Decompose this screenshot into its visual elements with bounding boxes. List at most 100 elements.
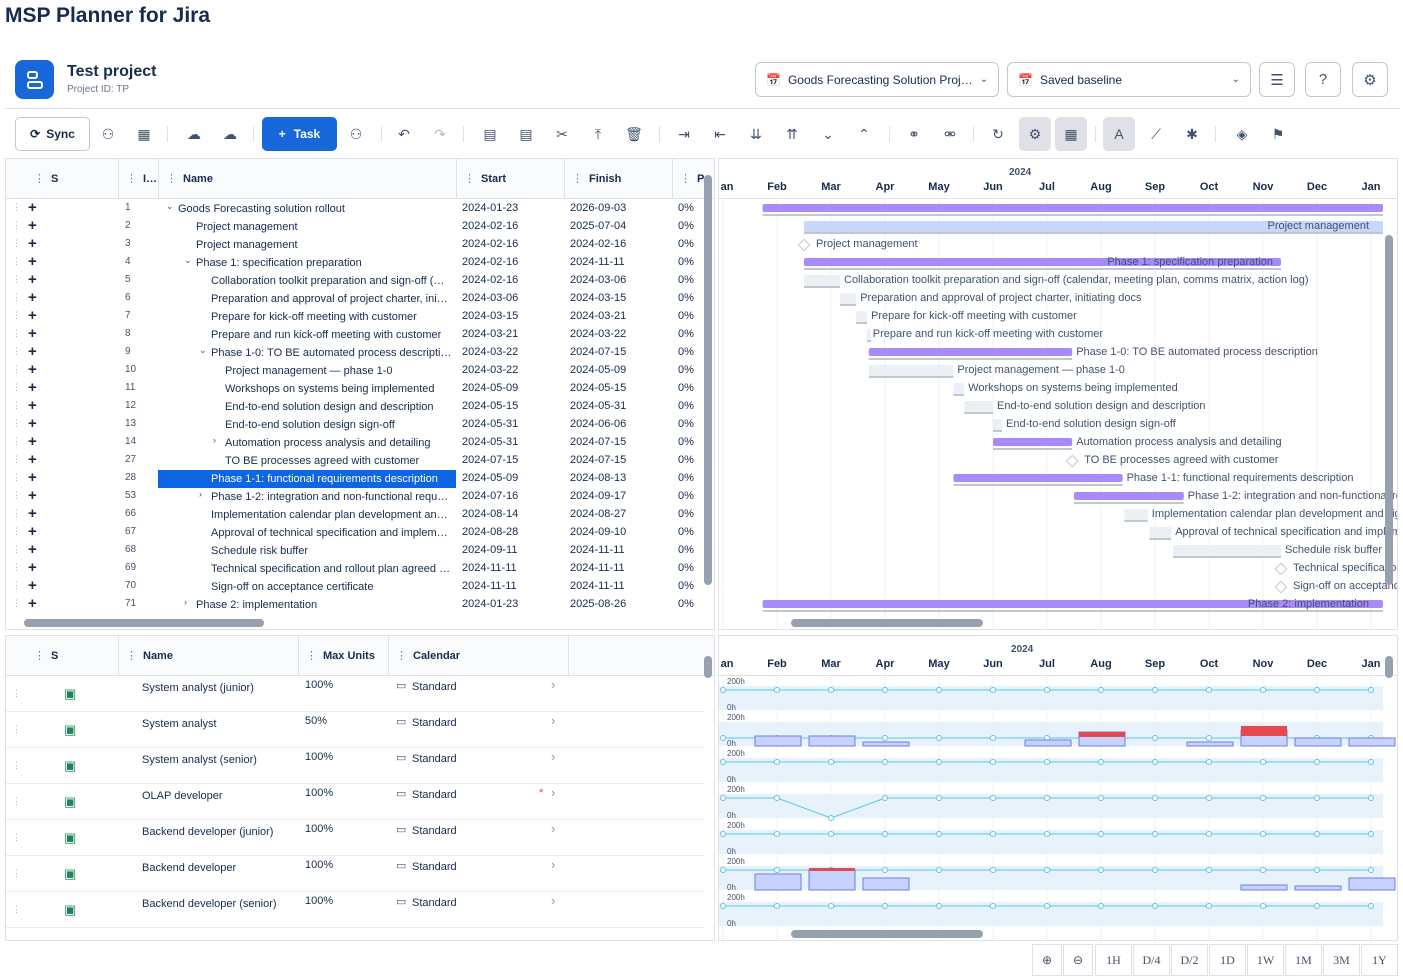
baseline-icon[interactable]: A xyxy=(1103,117,1135,151)
task-finish[interactable]: 2024-09-17 xyxy=(570,490,626,502)
resource-units[interactable]: 100% xyxy=(305,859,333,871)
drag-handle-icon[interactable]: ⋮ xyxy=(12,544,21,555)
task-percent[interactable]: 0% xyxy=(678,238,694,250)
add-subtask-icon[interactable]: + xyxy=(28,505,37,522)
task-finish[interactable]: 2024-05-09 xyxy=(570,364,626,376)
task-name[interactable]: Sign-off on acceptance certificate xyxy=(211,581,373,593)
resource-calendar[interactable]: Standard xyxy=(412,753,457,765)
flag-icon[interactable]: ⚑ xyxy=(1265,117,1291,151)
drag-handle-icon[interactable]: ⋮ xyxy=(12,490,21,501)
task-start[interactable]: 2024-07-16 xyxy=(462,490,518,502)
task-row[interactable]: ⋮ +10 Project management — phase 1-0 2024-0… xyxy=(6,361,704,380)
resource-calendar[interactable]: Standard xyxy=(412,897,457,909)
task-name[interactable]: Phase 1: specification preparation xyxy=(196,257,362,269)
redo-icon[interactable]: ↷ xyxy=(427,117,453,151)
sync-button[interactable]: ⟳ Sync xyxy=(15,117,90,151)
task-finish[interactable]: 2024-11-11 xyxy=(570,580,625,592)
task-start[interactable]: 2024-08-14 xyxy=(462,508,518,520)
task-name[interactable]: Prepare and run kick-off meeting with cu… xyxy=(211,329,441,341)
task-percent[interactable]: 0% xyxy=(678,310,694,322)
task-row[interactable]: ⋮ +28 › Phase 1-1: functional requirements … xyxy=(6,469,704,488)
task-start[interactable]: 2024-03-06 xyxy=(462,292,518,304)
project-select[interactable]: 📅 Goods Forecasting Solution Proj… ⌄ xyxy=(755,62,999,97)
delete-icon[interactable]: 🗑 xyxy=(621,117,647,151)
task-name[interactable]: Preparation and approval of project char… xyxy=(211,293,448,305)
task-start[interactable]: 2024-01-23 xyxy=(462,598,518,610)
task-start[interactable]: 2024-05-31 xyxy=(462,436,518,448)
list-view-button[interactable]: ☰ xyxy=(1259,62,1295,97)
resource-units[interactable]: 100% xyxy=(305,679,333,691)
add-subtask-icon[interactable]: + xyxy=(28,451,37,468)
task-start[interactable]: 2024-05-31 xyxy=(462,418,518,430)
histogram-vertical-scrollbar[interactable] xyxy=(1385,656,1393,678)
chevron-right-icon[interactable]: › xyxy=(551,821,555,836)
task-finish[interactable]: 2024-07-15 xyxy=(570,436,626,448)
drag-handle-icon[interactable]: ⋮ xyxy=(12,436,21,447)
expand-toggle-icon[interactable]: › xyxy=(199,489,202,499)
task-percent[interactable]: 0% xyxy=(678,598,694,610)
task-start[interactable]: 2024-03-15 xyxy=(462,310,518,322)
task-row[interactable]: ⋮ +70 Sign-off on acceptance certificate 20… xyxy=(6,577,704,596)
chevron-right-icon[interactable]: › xyxy=(551,677,555,692)
task-finish[interactable]: 2024-09-10 xyxy=(570,526,626,538)
copy-icon[interactable]: ▤ xyxy=(513,117,539,151)
add-subtask-icon[interactable]: + xyxy=(28,541,37,558)
drag-handle-icon[interactable]: ⋮ xyxy=(12,274,21,285)
resource-units[interactable]: 100% xyxy=(305,823,333,835)
task-name[interactable]: TO BE processes agreed with customer xyxy=(225,455,419,467)
resource-row[interactable]: ⋮ ▣ System analyst (senior) 100% ▭ Standard › xyxy=(6,748,704,784)
download-cloud-icon[interactable]: ☁ xyxy=(217,117,243,151)
task-name[interactable]: Automation process analysis and detailin… xyxy=(225,437,430,449)
task-start[interactable]: 2024-07-15 xyxy=(462,454,518,466)
drag-handle-icon[interactable]: ⋮ xyxy=(12,724,21,735)
resource-row[interactable]: ⋮ ▣ OLAP developer 100% ▭ Standard * › xyxy=(6,784,704,820)
task-start[interactable]: 2024-03-22 xyxy=(462,364,518,376)
add-subtask-icon[interactable]: + xyxy=(28,595,37,612)
drag-handle-icon[interactable]: ⋮ xyxy=(12,526,21,537)
task-finish[interactable]: 2024-03-22 xyxy=(570,328,626,340)
collapse-all-icon[interactable]: ⇈ xyxy=(779,117,805,151)
resource-units[interactable]: 100% xyxy=(305,787,333,799)
add-subtask-icon[interactable]: + xyxy=(28,559,37,576)
task-percent[interactable]: 0% xyxy=(678,454,694,466)
resource-vertical-scrollbar[interactable] xyxy=(704,656,712,678)
task-row[interactable]: ⋮ +12 End-to-end solution design and descr… xyxy=(6,397,704,416)
calculator-icon[interactable]: ▦ xyxy=(1055,117,1087,151)
task-start[interactable]: 2024-11-11 xyxy=(462,580,517,592)
add-subtask-icon[interactable]: + xyxy=(28,307,37,324)
expand-toggle-icon[interactable]: › xyxy=(213,435,216,445)
task-percent[interactable]: 0% xyxy=(678,562,694,574)
task-finish[interactable]: 2024-02-16 xyxy=(570,238,626,250)
resource-name[interactable]: Backend developer (senior) xyxy=(142,898,277,910)
task-start[interactable]: 2024-03-22 xyxy=(462,346,518,358)
task-name[interactable]: End-to-end solution design and descripti… xyxy=(225,401,434,413)
task-start[interactable]: 2024-02-16 xyxy=(462,238,518,250)
undo-icon[interactable]: ↶ xyxy=(391,117,417,151)
zoom-1m-button[interactable]: 1M xyxy=(1285,944,1322,976)
drag-handle-icon[interactable]: ⋮ xyxy=(12,598,21,609)
task-name[interactable]: Goods Forecasting solution rollout xyxy=(178,203,345,215)
add-subtask-icon[interactable]: + xyxy=(28,379,37,396)
resource-row[interactable]: ⋮ ▣ Backend developer (junior) 100% ▭ Standar… xyxy=(6,820,704,856)
chevron-down-icon[interactable]: ⌄ xyxy=(815,117,841,151)
paste-icon[interactable]: ▤ xyxy=(477,117,503,151)
settings-button[interactable]: ⚙ xyxy=(1352,62,1388,97)
zoom-1w-button[interactable]: 1W xyxy=(1247,944,1284,976)
resource-name[interactable]: Backend developer xyxy=(142,862,236,874)
task-percent[interactable]: 0% xyxy=(678,328,694,340)
baseline-select[interactable]: 📅 Saved baseline ⌄ xyxy=(1007,62,1251,97)
task-finish[interactable]: 2024-08-27 xyxy=(570,508,626,520)
bug-icon[interactable]: ✱ xyxy=(1179,117,1205,151)
task-name[interactable]: Phase 1-1: functional requirements descr… xyxy=(211,473,442,485)
add-subtask-icon[interactable]: + xyxy=(28,289,37,306)
resource-row[interactable]: ⋮ ▣ System analyst 50% ▭ Standard › xyxy=(6,712,704,748)
task-percent[interactable]: 0% xyxy=(678,490,694,502)
task-percent[interactable]: 0% xyxy=(678,292,694,304)
task-start[interactable]: 2024-01-23 xyxy=(462,202,518,214)
drag-handle-icon[interactable]: ⋮ xyxy=(12,580,21,591)
task-finish[interactable]: 2024-05-31 xyxy=(570,400,626,412)
task-name[interactable]: Implementation calendar plan development… xyxy=(211,509,448,521)
add-subtask-icon[interactable]: + xyxy=(28,343,37,360)
task-name[interactable]: Project management xyxy=(196,239,298,251)
task-percent[interactable]: 0% xyxy=(678,202,694,214)
